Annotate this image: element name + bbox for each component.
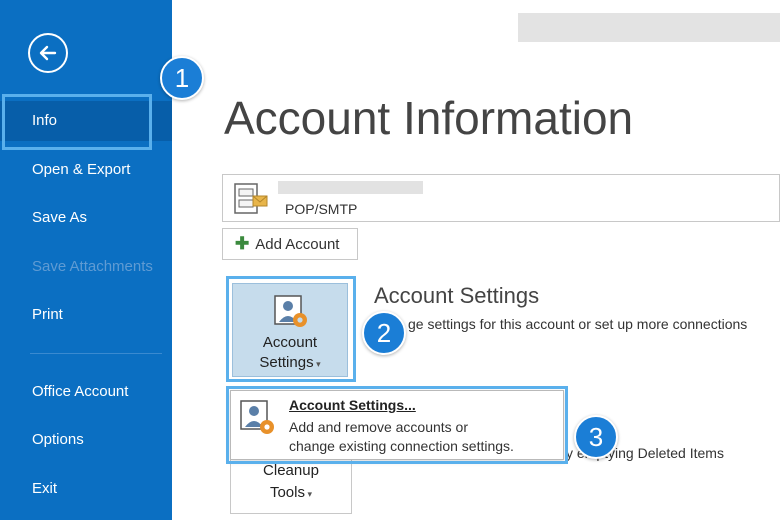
window-title-blurred <box>518 13 780 42</box>
sidebar-item-save-attachments: Save Attachments <box>32 258 153 275</box>
account-type: POP/SMTP <box>285 201 358 217</box>
sidebar-item-open-export[interactable]: Open & Export <box>0 150 172 190</box>
sidebar-item-print[interactable]: Print <box>0 295 172 335</box>
back-button[interactable] <box>28 33 68 73</box>
section-heading: Account Settings <box>374 283 540 308</box>
sidebar-item-options[interactable]: Options <box>0 420 172 460</box>
cleanup-caret-icon: ▾ <box>305 489 313 499</box>
sidebar-divider <box>30 353 162 354</box>
sidebar-item-office-account[interactable]: Office Account <box>0 372 172 412</box>
section-description: ge settings for this account or set up m… <box>408 316 748 332</box>
cleanup-label-line1: Cleanup <box>263 462 319 479</box>
step-badge-3: 3 <box>574 415 618 459</box>
backstage-sidebar: Info Open & Export Save As Save Attachme… <box>0 0 172 520</box>
cleanup-label-line2-wrap: Tools ▾ <box>231 484 351 501</box>
page-title: Account Information <box>224 92 634 144</box>
add-account-label: Add Account <box>255 236 340 253</box>
add-account-button[interactable]: ✚ Add Account <box>222 228 358 260</box>
plus-icon: ✚ <box>235 234 250 253</box>
account-selector[interactable]: POP/SMTP <box>222 174 780 222</box>
back-arrow-icon <box>39 45 57 61</box>
step-badge-2: 2 <box>362 311 406 355</box>
sidebar-item-exit[interactable]: Exit <box>0 469 172 509</box>
menu-item-highlight-frame <box>226 386 568 464</box>
account-settings-highlight-frame <box>226 276 356 382</box>
account-email-blurred <box>278 181 423 194</box>
cleanup-label-line2: Tools <box>269 484 305 501</box>
info-highlight-frame <box>2 94 152 150</box>
sidebar-item-save-as[interactable]: Save As <box>0 198 172 238</box>
mailbox-icon <box>234 183 268 214</box>
step-badge-1: 1 <box>160 56 204 100</box>
